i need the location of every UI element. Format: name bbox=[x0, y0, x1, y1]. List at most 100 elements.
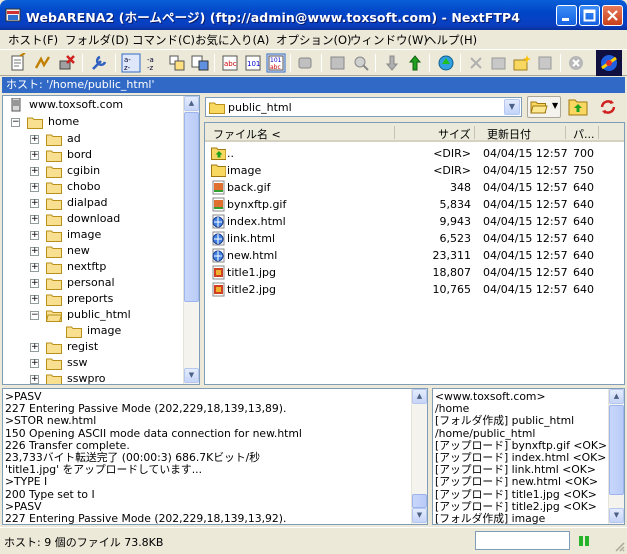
new-folder-icon[interactable] bbox=[512, 53, 532, 73]
file-row[interactable]: bynxftp.gif 5,834 04/04/15 12:57 640 bbox=[205, 196, 624, 213]
tree-item-personal[interactable]: + personal bbox=[3, 275, 183, 291]
upload-icon[interactable] bbox=[405, 53, 425, 73]
expand-icon[interactable]: + bbox=[30, 135, 39, 144]
expand-icon[interactable]: + bbox=[30, 359, 39, 368]
scroll-up-button[interactable]: ▲ bbox=[412, 389, 427, 404]
transfer-log-scrollbar[interactable]: ▲ ▼ bbox=[608, 389, 624, 524]
column-name[interactable]: ファイル名 < bbox=[213, 126, 281, 142]
connect-icon[interactable] bbox=[33, 53, 53, 73]
menu-options[interactable]: オプション(O) bbox=[276, 32, 352, 48]
expand-icon[interactable]: + bbox=[30, 263, 39, 272]
stop-icon[interactable] bbox=[566, 53, 586, 73]
ascii-mode-icon[interactable]: abc bbox=[220, 53, 240, 73]
file-row[interactable]: title1.jpg 18,807 04/04/15 12:57 640 bbox=[205, 264, 624, 281]
file-row[interactable]: title2.jpg 10,765 04/04/15 12:57 640 bbox=[205, 281, 624, 298]
options-icon[interactable] bbox=[89, 53, 109, 73]
collapse-icon[interactable]: − bbox=[30, 311, 39, 320]
expand-icon[interactable]: + bbox=[30, 375, 39, 384]
tree-item-public-html[interactable]: − public_html bbox=[3, 307, 183, 323]
tree-item-chobo[interactable]: + chobo bbox=[3, 179, 183, 195]
chevron-down-icon[interactable]: ▼ bbox=[504, 99, 520, 115]
expand-icon[interactable]: + bbox=[30, 215, 39, 224]
binary-mode-icon[interactable]: 101 bbox=[243, 53, 263, 73]
scroll-thumb[interactable] bbox=[412, 494, 427, 508]
expand-icon[interactable]: + bbox=[30, 199, 39, 208]
tree-item-regist[interactable]: + regist bbox=[3, 339, 183, 355]
tree-item-bord[interactable]: + bord bbox=[3, 147, 183, 163]
menu-host[interactable]: ホスト(F) bbox=[8, 32, 58, 48]
maximize-button[interactable] bbox=[579, 5, 600, 26]
file-row[interactable]: back.gif 348 04/04/15 12:57 640 bbox=[205, 179, 624, 196]
path-combo[interactable]: public_html ▼ bbox=[205, 97, 522, 117]
open-folder-dropdown-button[interactable]: ▼ bbox=[527, 96, 561, 118]
column-divider[interactable] bbox=[474, 126, 475, 139]
expand-icon[interactable]: + bbox=[30, 183, 39, 192]
column-size[interactable]: サイズ bbox=[438, 126, 471, 142]
tree-item-cgibin[interactable]: + cgibin bbox=[3, 163, 183, 179]
file-row[interactable]: link.html 6,523 04/04/15 12:57 640 bbox=[205, 230, 624, 247]
resize-grip-icon[interactable] bbox=[613, 540, 625, 552]
expand-icon[interactable]: + bbox=[30, 247, 39, 256]
column-divider[interactable] bbox=[565, 126, 566, 139]
tree-item-ad[interactable]: + ad bbox=[3, 131, 183, 147]
column-divider[interactable] bbox=[598, 126, 599, 139]
scroll-up-button[interactable]: ▲ bbox=[184, 96, 199, 111]
menu-window[interactable]: ウィンドウ(W) bbox=[350, 32, 428, 48]
file-row[interactable]: .. <DIR> 04/04/15 12:57 700 bbox=[205, 145, 624, 162]
tree-item-public-html-image[interactable]: image bbox=[3, 323, 183, 339]
tree-scrollbar[interactable]: ▲ ▼ bbox=[183, 96, 199, 384]
close-button[interactable] bbox=[602, 5, 623, 26]
scroll-thumb[interactable] bbox=[609, 405, 624, 495]
log-scrollbar[interactable]: ▲ ▼ bbox=[411, 389, 427, 524]
expand-icon[interactable]: + bbox=[30, 231, 39, 240]
menu-favorites[interactable]: お気に入り(A) bbox=[195, 32, 269, 48]
menu-folder[interactable]: フォルダ(D) bbox=[65, 32, 129, 48]
expand-icon[interactable]: + bbox=[30, 343, 39, 352]
mirror-upload-icon[interactable] bbox=[436, 53, 456, 73]
find-icon[interactable] bbox=[351, 53, 371, 73]
parent-folder-icon[interactable] bbox=[568, 98, 588, 116]
refresh-view-icon[interactable] bbox=[190, 53, 210, 73]
disconnect-icon[interactable] bbox=[57, 53, 77, 73]
tree-item-new[interactable]: + new bbox=[3, 243, 183, 259]
minimize-button[interactable] bbox=[556, 5, 577, 26]
copy-icon[interactable] bbox=[296, 53, 316, 73]
tree-item-download[interactable]: + download bbox=[3, 211, 183, 227]
menu-help[interactable]: ヘルプ(H) bbox=[425, 32, 477, 48]
expand-icon[interactable]: + bbox=[30, 167, 39, 176]
file-row[interactable]: new.html 23,311 04/04/15 12:57 640 bbox=[205, 247, 624, 264]
menu-command[interactable]: コマンド(C) bbox=[132, 32, 195, 48]
expand-icon[interactable]: + bbox=[30, 295, 39, 304]
scroll-down-button[interactable]: ▼ bbox=[412, 508, 427, 523]
rename-icon[interactable] bbox=[489, 53, 509, 73]
delete-icon[interactable] bbox=[466, 53, 486, 73]
sort-ascending-icon[interactable]: a-z- bbox=[121, 53, 141, 73]
tree-item-sswpro[interactable]: + sswpro bbox=[3, 371, 183, 384]
collapse-icon[interactable]: − bbox=[11, 118, 20, 127]
expand-icon[interactable]: + bbox=[30, 151, 39, 160]
tree-item-image[interactable]: + image bbox=[3, 227, 183, 243]
scroll-down-button[interactable]: ▼ bbox=[184, 368, 199, 383]
download-icon[interactable] bbox=[382, 53, 402, 73]
tree-item-nextftp[interactable]: + nextftp bbox=[3, 259, 183, 275]
properties-icon[interactable] bbox=[535, 53, 555, 73]
expand-icon[interactable]: + bbox=[30, 279, 39, 288]
column-date[interactable]: 更新日付 bbox=[487, 126, 531, 142]
tree-item-dialpad[interactable]: + dialpad bbox=[3, 195, 183, 211]
file-row[interactable]: index.html 9,943 04/04/15 12:57 640 bbox=[205, 213, 624, 230]
tree-item-ssw[interactable]: + ssw bbox=[3, 355, 183, 371]
file-row[interactable]: image <DIR> 04/04/15 12:57 750 bbox=[205, 162, 624, 179]
view-icon[interactable] bbox=[167, 53, 187, 73]
refresh-icon[interactable] bbox=[598, 98, 618, 116]
scroll-up-button[interactable]: ▲ bbox=[609, 389, 624, 404]
scroll-thumb[interactable] bbox=[184, 112, 199, 302]
sort-descending-icon[interactable]: -a-z bbox=[144, 53, 164, 73]
host-settings-icon[interactable] bbox=[8, 53, 28, 73]
tree-item-home[interactable]: − home bbox=[3, 114, 183, 130]
upload-queue-icon[interactable] bbox=[328, 53, 348, 73]
tree-item-preports[interactable]: + preports bbox=[3, 291, 183, 307]
auto-mode-icon[interactable]: 101abc bbox=[266, 53, 286, 73]
column-divider[interactable] bbox=[394, 126, 395, 139]
scroll-down-button[interactable]: ▼ bbox=[609, 508, 624, 523]
column-perm[interactable]: パ... bbox=[573, 126, 595, 142]
